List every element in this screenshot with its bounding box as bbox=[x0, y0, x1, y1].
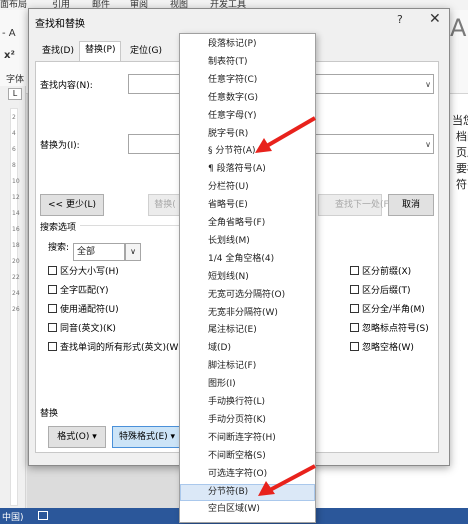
arrow-to-section-break-symbol bbox=[263, 116, 317, 149]
arrow-to-section-break bbox=[269, 464, 316, 492]
annotation-arrows bbox=[255, 116, 317, 496]
